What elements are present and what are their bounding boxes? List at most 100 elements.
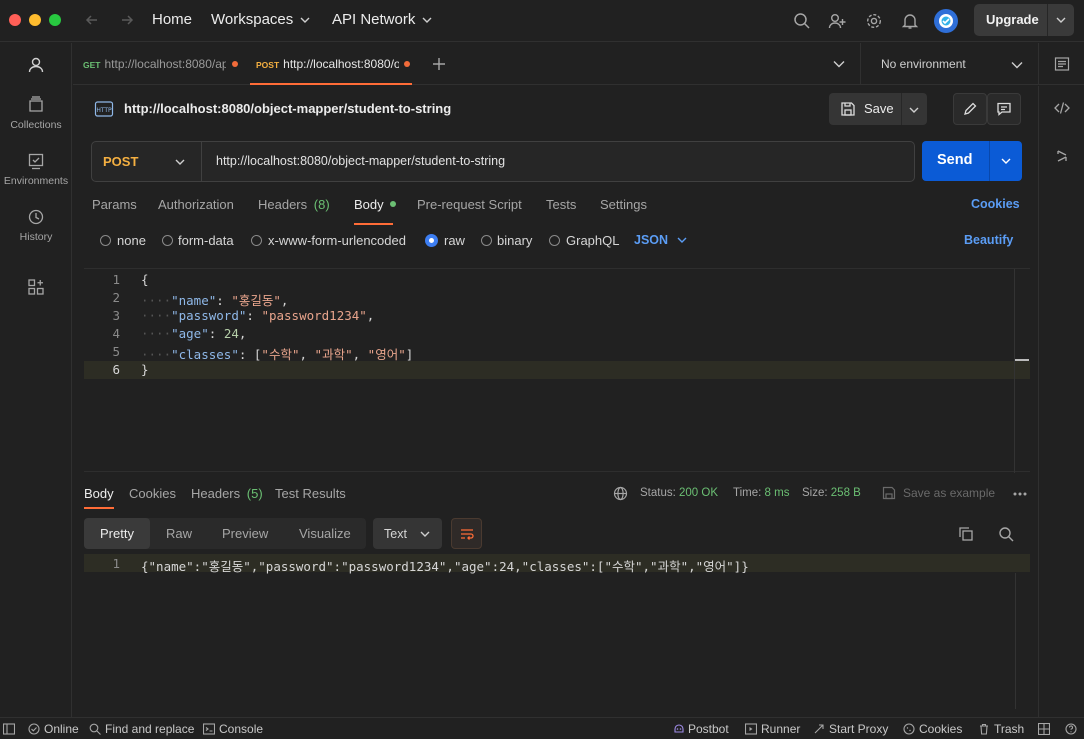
postbot-button[interactable]: Postbot	[673, 722, 729, 736]
search-icon[interactable]	[793, 12, 811, 30]
help-icon[interactable]	[1065, 723, 1077, 735]
sidebar-item-history[interactable]: History	[0, 207, 72, 243]
console-button[interactable]: Console	[203, 722, 263, 736]
upgrade-button[interactable]: Upgrade	[974, 4, 1074, 36]
copy-icon[interactable]	[958, 526, 974, 542]
response-scrollbar[interactable]	[1015, 573, 1016, 709]
format-select[interactable]: JSON	[634, 233, 687, 247]
invite-user-icon[interactable]	[828, 12, 846, 30]
chevron-down-icon[interactable]	[1001, 156, 1011, 166]
home-link[interactable]: Home	[152, 11, 192, 28]
search-response-icon[interactable]	[998, 526, 1014, 542]
editor-scrollbar[interactable]	[1014, 269, 1015, 473]
workspaces-menu[interactable]: Workspaces	[211, 11, 310, 28]
send-button[interactable]: Send	[922, 141, 1022, 181]
toggle-sidebar-icon[interactable]	[3, 723, 15, 735]
request-name-breadcrumb[interactable]: http://localhost:8080/object-mapper/stud…	[124, 101, 451, 116]
response-format-select[interactable]: Text	[373, 518, 442, 549]
cookies-link[interactable]: Cookies	[971, 197, 1020, 211]
sidebar-item-collections[interactable]: Collections	[0, 95, 72, 131]
pencil-icon	[964, 102, 977, 115]
maximize-window-button[interactable]	[49, 14, 61, 26]
tab-params[interactable]: Params	[92, 197, 137, 212]
response-tab-cookies[interactable]: Cookies	[129, 486, 176, 501]
start-proxy-button[interactable]: Start Proxy	[813, 722, 888, 736]
scroll-marker	[1015, 359, 1029, 361]
wrap-lines-button[interactable]	[451, 518, 482, 549]
online-label: Online	[44, 722, 79, 736]
status-value: 200 OK	[679, 487, 719, 499]
headers-count: (8)	[313, 197, 330, 212]
radio-urlencoded[interactable]	[251, 235, 262, 246]
upgrade-label: Upgrade	[986, 12, 1039, 27]
minimize-window-button[interactable]	[29, 14, 41, 26]
radio-dot	[429, 238, 434, 243]
url-input[interactable]: http://localhost:8080/object-mapper/stud…	[216, 154, 505, 168]
comments-button[interactable]	[987, 93, 1021, 125]
tabs-overflow-chevron-icon[interactable]	[833, 59, 845, 69]
tab-headers[interactable]: Headers (8)	[258, 197, 330, 212]
more-options-icon[interactable]	[1013, 492, 1027, 496]
tab-settings[interactable]: Settings	[600, 197, 647, 212]
size-label: Size:	[802, 487, 828, 499]
forward-arrow-icon[interactable]	[119, 12, 135, 28]
runner-label: Runner	[761, 722, 801, 736]
tab-get-request[interactable]: GET http://localhost:8080/ap	[83, 43, 246, 85]
code-line: ····"classes": ["수학", "과학", "영어"]	[141, 347, 414, 362]
edit-button[interactable]	[953, 93, 987, 125]
tab-pre-request-script[interactable]: Pre-request Script	[417, 197, 522, 212]
response-body-text[interactable]: {"name":"홍길동","password":"password1234",…	[141, 556, 749, 575]
method-select[interactable]: POST	[92, 142, 202, 181]
trash-button[interactable]: Trash	[978, 722, 1024, 736]
chevron-down-icon[interactable]	[909, 105, 919, 115]
response-tab-headers[interactable]: Headers (5)	[191, 486, 263, 501]
radio-raw-selected[interactable]	[425, 234, 438, 247]
save-label: Save	[864, 101, 894, 116]
sidebar-item-configure[interactable]	[0, 277, 72, 301]
cookies-button[interactable]: Cookies	[903, 722, 962, 736]
back-arrow-icon[interactable]	[84, 12, 100, 28]
code-line: ····"password": "password1234",	[141, 308, 375, 323]
save-as-example-button[interactable]: Save as example	[903, 486, 995, 500]
environment-selector[interactable]: No environment	[861, 43, 1037, 85]
runner-button[interactable]: Runner	[745, 722, 800, 736]
tab-tests[interactable]: Tests	[546, 197, 576, 212]
radio-binary[interactable]	[481, 235, 492, 246]
sidebar-item-user[interactable]	[0, 55, 72, 79]
radio-none[interactable]	[100, 235, 111, 246]
tab-body[interactable]: Body	[354, 197, 397, 212]
save-button[interactable]: Save	[829, 93, 927, 125]
new-tab-plus-icon[interactable]	[431, 56, 447, 72]
line-number: 6	[112, 362, 120, 377]
view-visualize[interactable]: Visualize	[299, 526, 351, 541]
layout-grid-icon[interactable]	[1038, 723, 1050, 735]
response-tab-test-results[interactable]: Test Results	[275, 486, 346, 501]
beautify-link[interactable]: Beautify	[964, 233, 1013, 247]
close-window-button[interactable]	[9, 14, 21, 26]
tab-authorization[interactable]: Authorization	[158, 197, 234, 212]
avatar[interactable]	[934, 9, 958, 33]
radio-graphql[interactable]	[549, 235, 560, 246]
code-snippet-icon[interactable]	[1054, 100, 1070, 116]
view-pretty[interactable]: Pretty	[100, 526, 134, 541]
online-status[interactable]: Online	[28, 722, 79, 736]
radio-form-data[interactable]	[162, 235, 173, 246]
notifications-bell-icon[interactable]	[901, 12, 919, 30]
find-replace-button[interactable]: Find and replace	[89, 722, 194, 736]
response-size[interactable]: Size: 258 B	[802, 487, 861, 499]
tab-post-request[interactable]: POST http://localhost:8080/o	[250, 43, 412, 85]
chevron-down-icon	[1056, 17, 1066, 23]
view-raw[interactable]: Raw	[166, 526, 192, 541]
response-status[interactable]: Status: 200 OK	[640, 487, 718, 499]
environment-quick-look[interactable]	[1038, 43, 1084, 85]
network-globe-icon[interactable]	[613, 486, 628, 501]
sidebar-item-environments[interactable]: Environments	[0, 151, 72, 187]
response-tab-body[interactable]: Body	[84, 486, 114, 501]
environment-quick-look-icon	[1054, 57, 1070, 71]
api-network-menu[interactable]: API Network	[332, 11, 432, 28]
response-time[interactable]: Time: 8 ms	[733, 487, 789, 499]
settings-gear-icon[interactable]	[865, 12, 883, 30]
related-collections-icon[interactable]	[1055, 149, 1069, 163]
response-view-segmented: Pretty Raw Preview Visualize	[84, 518, 366, 549]
view-preview[interactable]: Preview	[222, 526, 268, 541]
